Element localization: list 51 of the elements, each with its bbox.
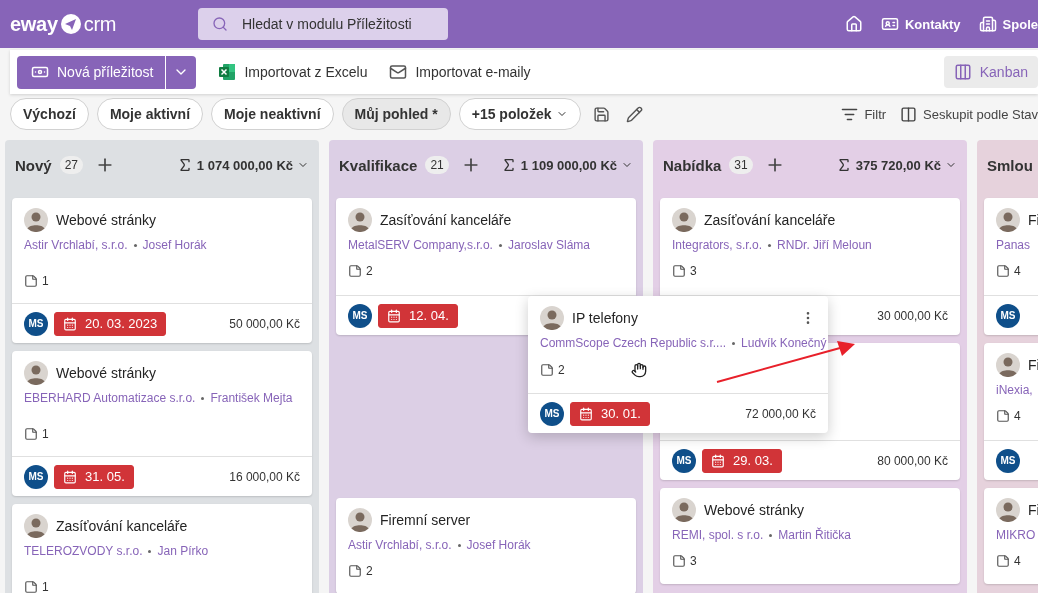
amount: 30 000,00 Kč [877,308,948,323]
card-title: Firemní server [380,512,471,528]
logo-text: crm [83,12,117,36]
due-date-badge: 29. 03. [702,448,782,473]
card-title: Fi [1028,357,1038,373]
column-title: Nabídka [663,156,722,174]
due-date-badge: 20. 03. 2023 [54,311,167,336]
card-title: Webové stránky [56,365,157,381]
due-date-badge: 31. 05. [54,464,134,489]
note-count: 4 [1014,264,1021,278]
column-title: Nový [15,156,52,174]
owner-avatar: MS [672,448,696,473]
note-count: 1 [42,580,49,593]
card-count: 21 [425,156,449,174]
owner-avatar: MS [24,464,48,489]
note-count: 1 [42,427,49,441]
amount: 16 000,00 Kč [229,469,300,484]
card-title: Webové stránky [704,502,805,518]
card-title: Zasíťování kanceláře [380,212,512,228]
card-title: Webové stránky [56,212,157,228]
owner-avatar: MS [24,311,48,336]
card-title: Zasíťování kanceláře [704,212,836,228]
note-count: 3 [690,554,697,568]
column-total: 1 109 000,00 Kč [500,157,633,173]
card-title: Fi [1028,212,1038,228]
amount: 50 000,00 Kč [229,316,300,331]
due-date-badge: 30. 01. [570,401,650,426]
note-count: 2 [558,363,565,377]
card-count: 31 [729,156,753,174]
owner-avatar: MS [540,401,564,426]
column-title: Smlou [987,156,1033,174]
note-count: 3 [690,264,697,278]
column-total: 375 720,00 Kč [835,157,957,173]
note-count: 4 [1014,554,1021,568]
due-date-badge: 12. 04. [378,303,458,328]
logo-text: eway [10,12,58,36]
note-count: 4 [1014,409,1021,423]
owner-avatar: MS [996,303,1020,328]
card-count: 27 [59,156,84,174]
card-title: IP telefony [572,310,638,326]
column-title: Kvalifikace [339,156,418,174]
card-title: Fi [1028,502,1038,518]
card-title: Zasíťování kanceláře [56,518,188,534]
owner-avatar: MS [996,448,1020,473]
owner-avatar: MS [348,303,372,328]
amount: 72 000,00 Kč [745,406,816,421]
note-count: 2 [366,564,373,578]
amount: 80 000,00 Kč [877,453,948,468]
note-count: 1 [42,274,49,288]
note-count: 2 [366,264,373,278]
column-total: 1 074 000,00 Kč [176,157,309,173]
